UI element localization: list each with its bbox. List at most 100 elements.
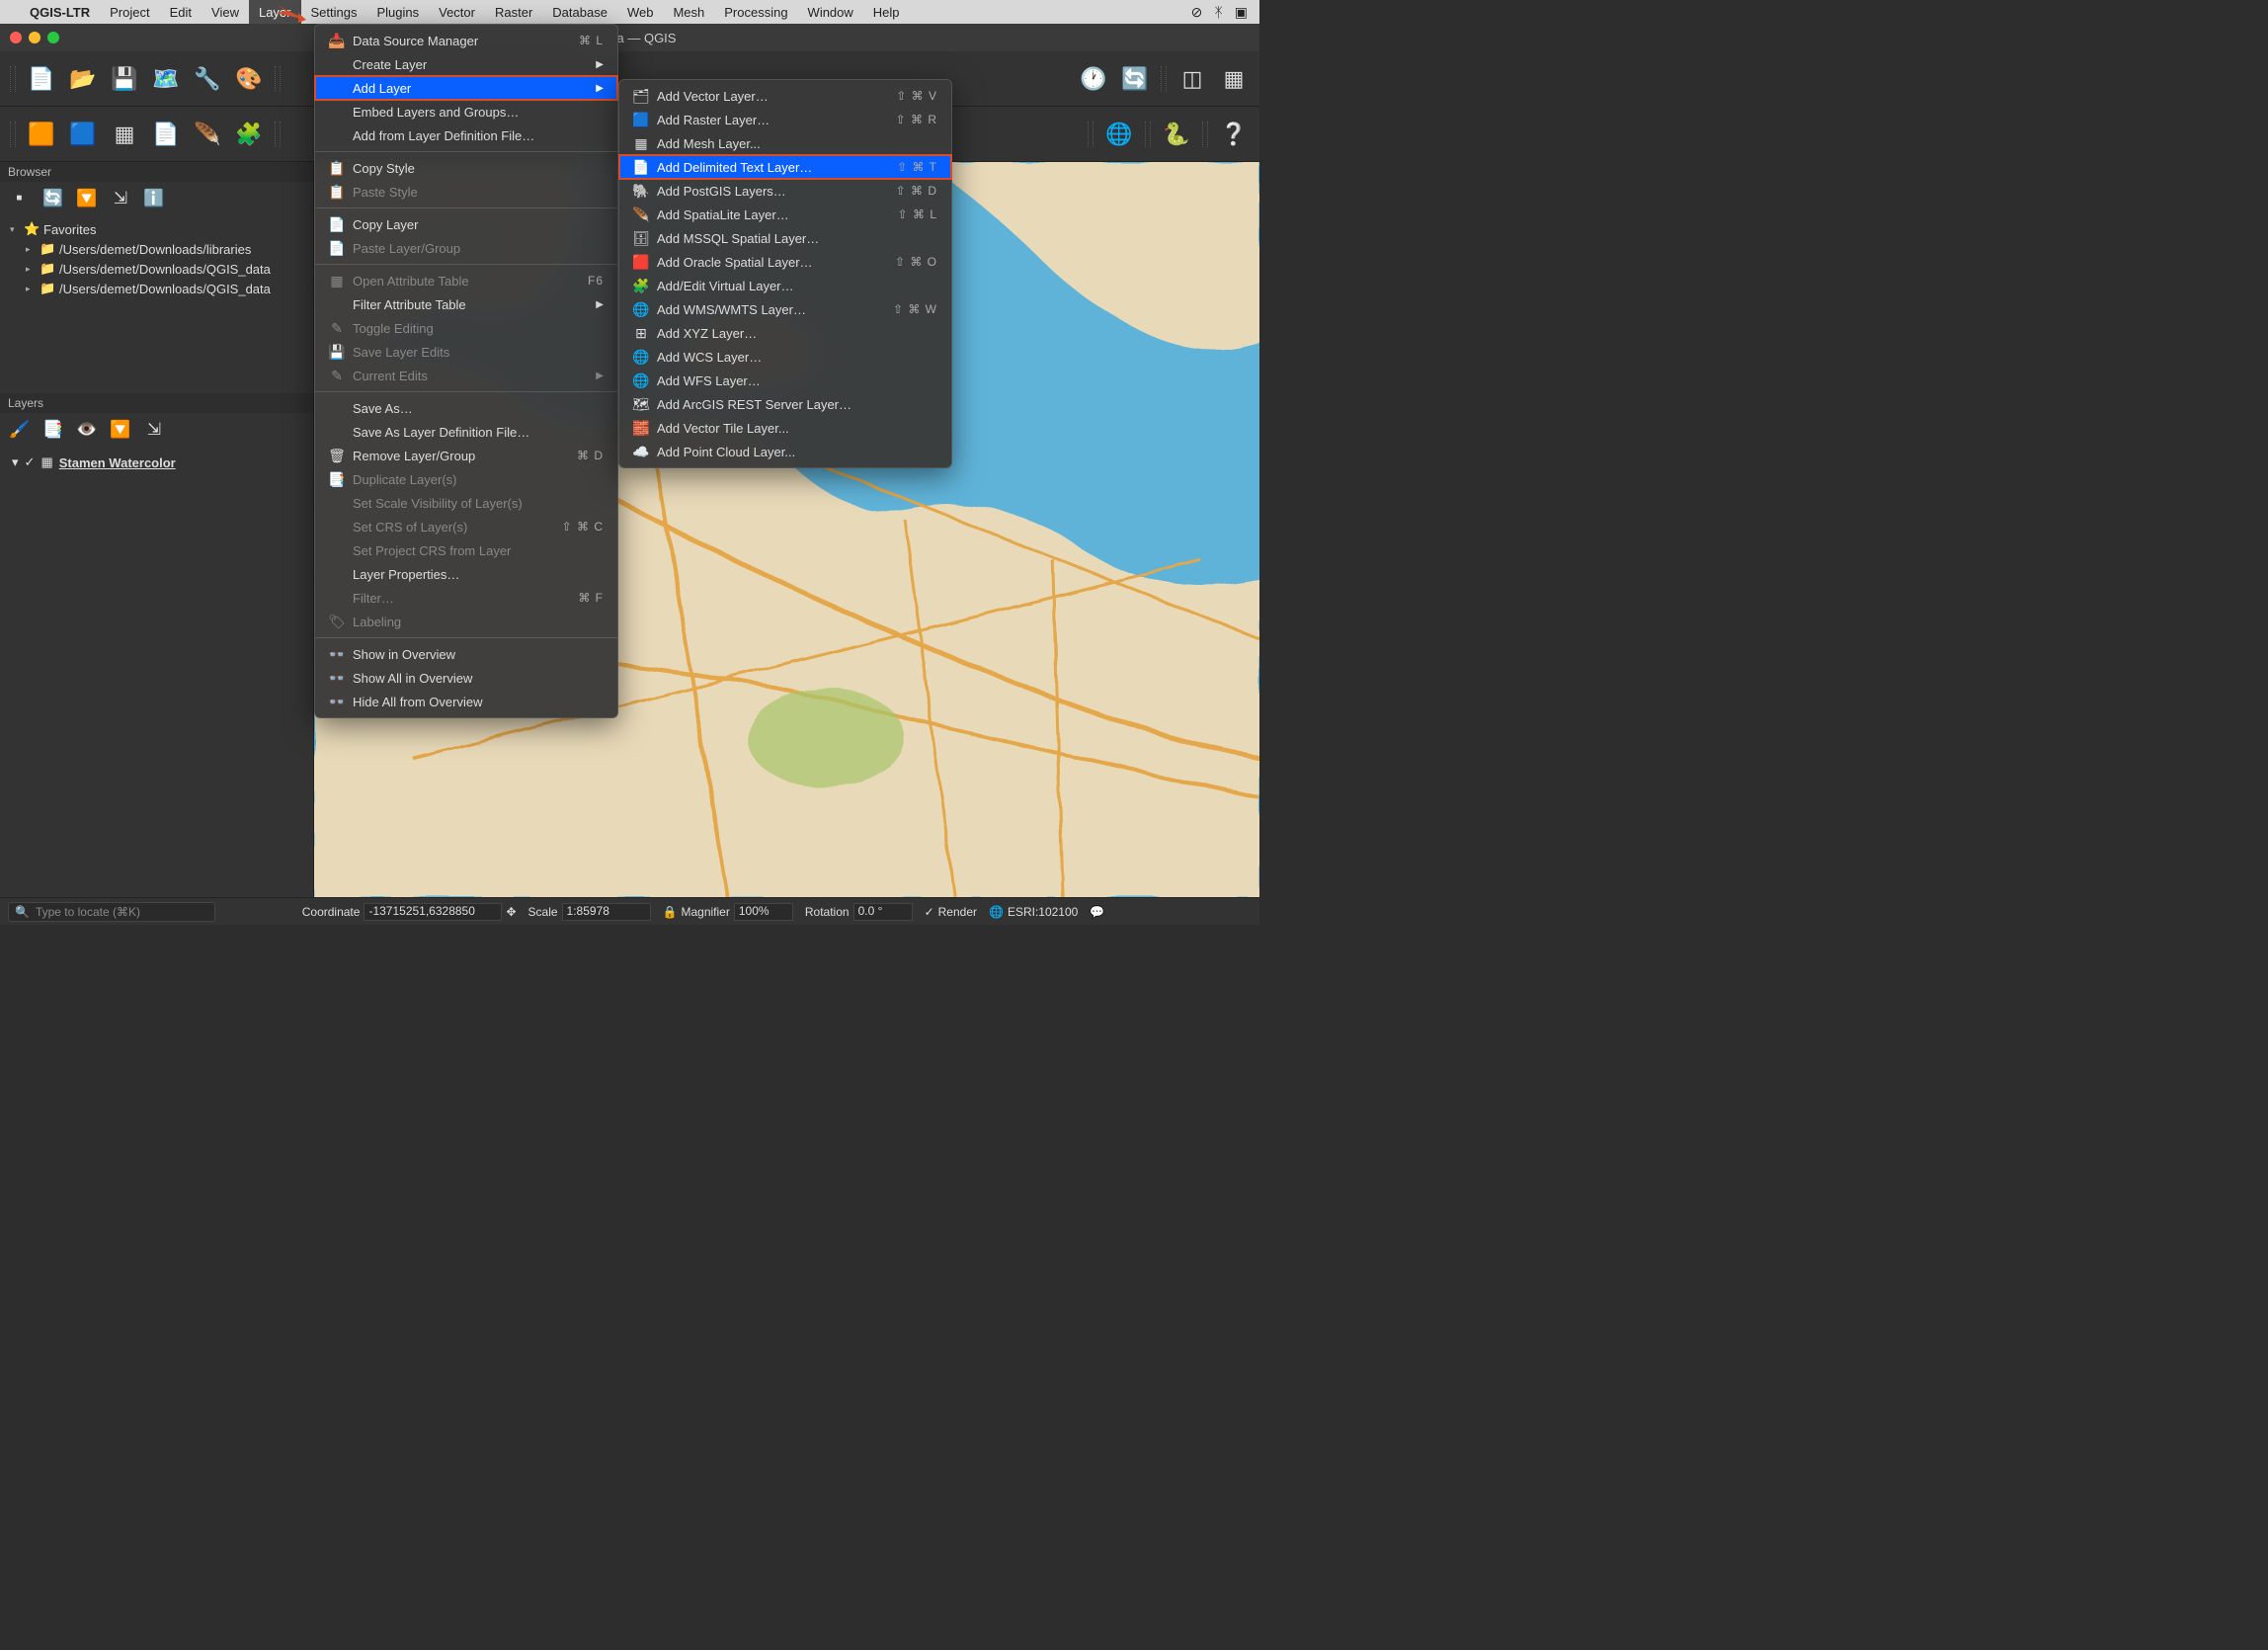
- layer-menu-item-6[interactable]: 📋Copy Style: [315, 156, 617, 180]
- bluetooth-icon[interactable]: ᛡ: [1214, 4, 1222, 20]
- layer-menu-item-29[interactable]: 👓Show in Overview: [315, 642, 617, 666]
- crs-value[interactable]: ESRI:102100: [1008, 905, 1078, 919]
- rotation-value[interactable]: 0.0 °: [853, 903, 913, 921]
- style-dock-icon[interactable]: 🖌️: [8, 418, 32, 442]
- addlayer-menu-item-7[interactable]: 🟥Add Oracle Spatial Layer…⇧ ⌘ O: [619, 250, 951, 274]
- crs-icon[interactable]: 🌐: [989, 905, 1004, 919]
- layer-menu-item-25[interactable]: Layer Properties…: [315, 562, 617, 586]
- favorite-path-row[interactable]: ▸📁/Users/demet/Downloads/QGIS_data: [4, 259, 309, 279]
- addlayer-menu-item-12[interactable]: 🌐Add WFS Layer…: [619, 369, 951, 392]
- python-icon[interactable]: 🐍: [1159, 117, 1194, 152]
- layer-menu-item-0[interactable]: 📥Data Source Manager⌘ L: [315, 29, 617, 52]
- menu-web[interactable]: Web: [617, 0, 664, 24]
- layer-menu-item-20[interactable]: 🗑Remove Layer/Group⌘ D: [315, 444, 617, 467]
- layer-menu-item-30[interactable]: 👓Show All in Overview: [315, 666, 617, 690]
- addlayer-menu-item-11[interactable]: 🌐Add WCS Layer…: [619, 345, 951, 369]
- addlayer-menu-item-2[interactable]: ▦Add Mesh Layer...: [619, 131, 951, 155]
- open-attrs-icon[interactable]: ▦: [1216, 61, 1252, 97]
- addlayer-menu-item-0[interactable]: 🗂Add Vector Layer…⇧ ⌘ V: [619, 84, 951, 108]
- manage-visibility-icon[interactable]: 👁️: [75, 418, 99, 442]
- addlayer-menu-item-10[interactable]: ⊞Add XYZ Layer…: [619, 321, 951, 345]
- favorite-path-row[interactable]: ▸📁/Users/demet/Downloads/QGIS_data: [4, 279, 309, 298]
- lock-scale-icon[interactable]: 🔒: [663, 905, 678, 919]
- web-icon[interactable]: 🌐: [1101, 117, 1137, 152]
- addlayer-menu-item-4[interactable]: 🐘Add PostGIS Layers…⇧ ⌘ D: [619, 179, 951, 203]
- add-virtual-icon[interactable]: 🧩: [231, 117, 267, 152]
- layer-menu-item-19[interactable]: Save As Layer Definition File…: [315, 420, 617, 444]
- render-checkbox[interactable]: ✓: [925, 905, 934, 919]
- chevron-down-icon[interactable]: ▾: [12, 454, 19, 470]
- menu-window[interactable]: Window: [798, 0, 863, 24]
- layer-menu-item-31[interactable]: 👓Hide All from Overview: [315, 690, 617, 713]
- addlayer-menu-item-6[interactable]: 🗄Add MSSQL Spatial Layer…: [619, 226, 951, 250]
- toggle-extents-icon[interactable]: ✥: [506, 905, 516, 919]
- menu-plugins[interactable]: Plugins: [366, 0, 429, 24]
- show-layout-manager-icon[interactable]: 🔧: [190, 61, 225, 97]
- dnd-icon[interactable]: ⊘: [1191, 4, 1203, 21]
- menu-database[interactable]: Database: [542, 0, 617, 24]
- filter-browser-icon[interactable]: 🔽: [75, 187, 99, 210]
- refresh-icon[interactable]: 🔄: [1117, 61, 1153, 97]
- layer-menu-item-9[interactable]: 📄Copy Layer: [315, 212, 617, 236]
- locator-input[interactable]: 🔍 Type to locate (⌘K): [8, 902, 215, 922]
- layer-menu-item-18[interactable]: Save As…: [315, 396, 617, 420]
- addlayer-menu-item-9[interactable]: 🌐Add WMS/WMTS Layer…⇧ ⌘ W: [619, 297, 951, 321]
- add-delimited-icon[interactable]: 📄: [148, 117, 184, 152]
- menu-raster[interactable]: Raster: [485, 0, 542, 24]
- menu-help[interactable]: Help: [863, 0, 910, 24]
- menu-layer[interactable]: Layer: [249, 0, 301, 24]
- help-icon[interactable]: ❔: [1216, 117, 1252, 152]
- screen-mirror-icon[interactable]: ▣: [1235, 4, 1248, 21]
- addlayer-menu-item-5[interactable]: 🪶Add SpatiaLite Layer…⇧ ⌘ L: [619, 203, 951, 226]
- addlayer-menu-item-14[interactable]: 🧱Add Vector Tile Layer...: [619, 416, 951, 440]
- layer-menu-item-4[interactable]: Add from Layer Definition File…: [315, 124, 617, 147]
- add-raster-icon[interactable]: 🟦: [65, 117, 101, 152]
- identify-icon[interactable]: ◫: [1174, 61, 1210, 97]
- layer-menu-item-1[interactable]: Create Layer▶: [315, 52, 617, 76]
- add-spatialite-icon[interactable]: 🪶: [190, 117, 225, 152]
- favorites-node[interactable]: ▾⭐Favorites: [4, 219, 309, 239]
- magnifier-value[interactable]: 100%: [734, 903, 793, 921]
- addlayer-menu-item-15[interactable]: ☁️Add Point Cloud Layer...: [619, 440, 951, 463]
- menu-edit[interactable]: Edit: [160, 0, 202, 24]
- filter-legend-icon[interactable]: 🔽: [109, 418, 132, 442]
- collapse-all-icon[interactable]: ⇲: [109, 187, 132, 210]
- refresh-browser-icon[interactable]: 🔄: [41, 187, 65, 210]
- add-mesh-icon[interactable]: ▦: [107, 117, 142, 152]
- layer-menu-item-2[interactable]: Add Layer▶: [315, 76, 617, 100]
- app-name[interactable]: QGIS-LTR: [20, 5, 100, 20]
- add-layer-icon[interactable]: ▫️: [8, 187, 32, 210]
- layer-menu-item-label: Add Layer: [353, 81, 588, 96]
- coordinate-value[interactable]: -13715251,6328850: [364, 903, 502, 921]
- addlayer-menu-item-3[interactable]: 📄Add Delimited Text Layer…⇧ ⌘ T: [619, 155, 951, 179]
- properties-icon[interactable]: ℹ️: [142, 187, 166, 210]
- layer-checkbox[interactable]: ✓: [25, 454, 36, 470]
- addlayer-menu-item-1[interactable]: 🟦Add Raster Layer…⇧ ⌘ R: [619, 108, 951, 131]
- new-project-icon[interactable]: 📄: [24, 61, 59, 97]
- menu-mesh[interactable]: Mesh: [663, 0, 714, 24]
- expand-all-icon[interactable]: ⇲: [142, 418, 166, 442]
- save-project-icon[interactable]: 💾: [107, 61, 142, 97]
- close-button[interactable]: [10, 32, 22, 43]
- add-group-icon[interactable]: 📑: [41, 418, 65, 442]
- layer-menu-item-3[interactable]: Embed Layers and Groups…: [315, 100, 617, 124]
- menu-settings[interactable]: Settings: [301, 0, 367, 24]
- favorite-path-row[interactable]: ▸📁/Users/demet/Downloads/libraries: [4, 239, 309, 259]
- menu-vector[interactable]: Vector: [429, 0, 485, 24]
- messages-icon[interactable]: 💬: [1090, 905, 1104, 919]
- layer-row[interactable]: ▾ ✓ ▦ Stamen Watercolor: [4, 451, 309, 474]
- minimize-button[interactable]: [29, 32, 40, 43]
- addlayer-menu-item-8[interactable]: 🧩Add/Edit Virtual Layer…: [619, 274, 951, 297]
- maximize-button[interactable]: [47, 32, 59, 43]
- new-print-layout-icon[interactable]: 🗺️: [148, 61, 184, 97]
- menu-project[interactable]: Project: [100, 0, 159, 24]
- open-project-icon[interactable]: 📂: [65, 61, 101, 97]
- addlayer-menu-item-13[interactable]: 🗺Add ArcGIS REST Server Layer…: [619, 392, 951, 416]
- layer-menu-item-13[interactable]: Filter Attribute Table▶: [315, 292, 617, 316]
- temporal-controller-icon[interactable]: 🕐: [1076, 61, 1111, 97]
- scale-value[interactable]: 1:85978: [562, 903, 651, 921]
- add-vector-icon[interactable]: 🟧: [24, 117, 59, 152]
- menu-processing[interactable]: Processing: [714, 0, 797, 24]
- menu-view[interactable]: View: [202, 0, 249, 24]
- style-manager-icon[interactable]: 🎨: [231, 61, 267, 97]
